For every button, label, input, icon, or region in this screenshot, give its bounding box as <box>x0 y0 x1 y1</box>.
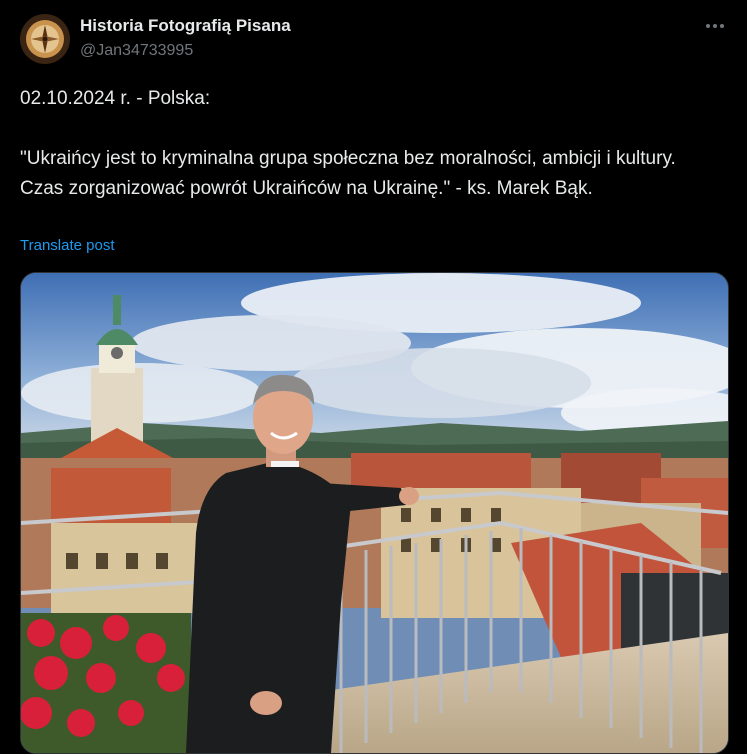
dot <box>713 24 717 28</box>
photo-priest-on-balcony <box>21 273 728 753</box>
compass-icon <box>21 15 69 63</box>
author-handle[interactable]: @Jan34733995 <box>80 42 193 60</box>
dot <box>720 24 724 28</box>
author-name[interactable]: Historia Fotografią Pisana <box>80 16 291 36</box>
post-text: 02.10.2024 r. - Polska: "Ukraińcy jest t… <box>20 84 720 204</box>
post-text-date-line: 02.10.2024 r. - Polska: <box>20 88 211 109</box>
avatar[interactable] <box>20 14 70 64</box>
post-text-quote: "Ukraińcy jest to kryminalna grupa społe… <box>20 148 676 199</box>
more-options-icon[interactable] <box>703 14 727 38</box>
post-image[interactable] <box>20 272 729 754</box>
dot <box>706 24 710 28</box>
translate-post-link[interactable]: Translate post <box>20 237 115 254</box>
